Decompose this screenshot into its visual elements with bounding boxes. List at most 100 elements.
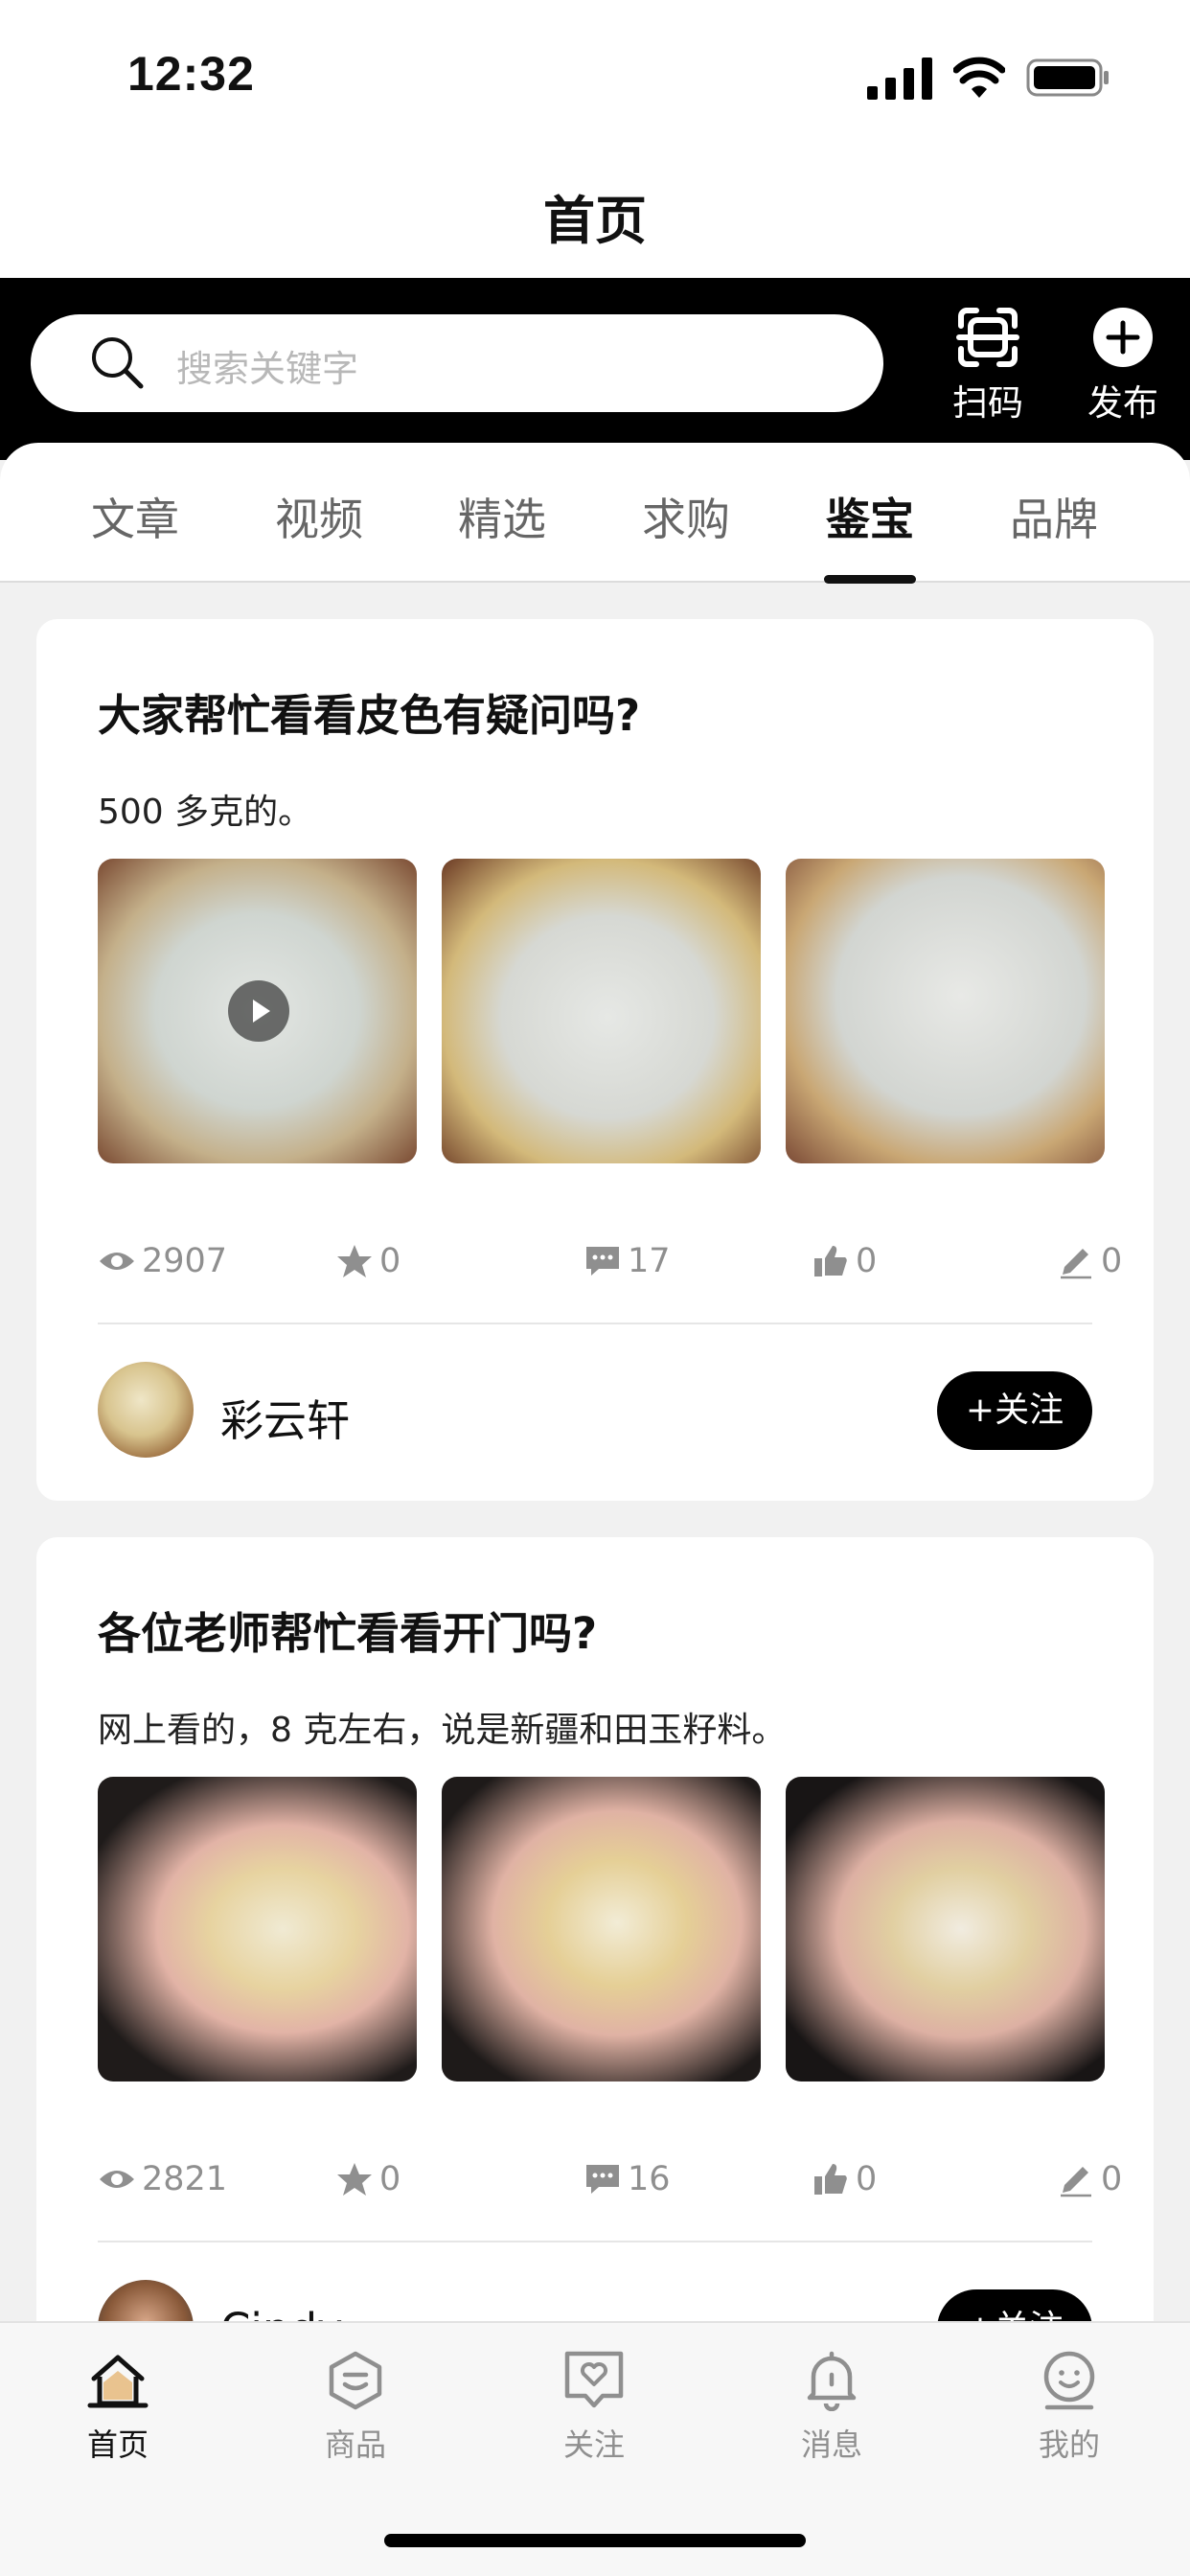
- comments-stat[interactable]: 17: [584, 1232, 671, 1290]
- tabbar-label: 首页: [86, 2426, 149, 2463]
- tabbar-item-follow[interactable]: 关注: [522, 2350, 666, 2465]
- star-icon: [337, 2163, 372, 2196]
- tabbar-label: 消息: [800, 2426, 862, 2463]
- divider: [98, 2241, 1092, 2242]
- tab-featured[interactable]: 精选: [435, 485, 569, 548]
- avatar[interactable]: [98, 1362, 194, 1458]
- comment-icon: [586, 1247, 619, 1276]
- comments-count: 17: [628, 1242, 671, 1280]
- comment-icon: [586, 2165, 619, 2194]
- publish-label: 发布: [1087, 382, 1158, 424]
- comments-stat[interactable]: 16: [584, 2150, 671, 2208]
- tab-label: 品牌: [1010, 494, 1098, 545]
- edits-stat[interactable]: 0: [1057, 1232, 1122, 1290]
- tabbar-item-profile[interactable]: 我的: [997, 2350, 1141, 2465]
- tab-label: 求购: [642, 494, 730, 545]
- divider: [98, 1322, 1092, 1324]
- star-icon: [337, 1245, 372, 1277]
- profile-icon: [1043, 2351, 1095, 2410]
- favorites-stat[interactable]: 0: [335, 1232, 400, 1290]
- post-stats: 2821 0 16 0 0: [98, 2150, 1128, 2208]
- search-icon: [92, 337, 144, 389]
- post-description: 网上看的，8 克左右，说是新疆和田玉籽料。: [98, 1711, 787, 1750]
- scan-button[interactable]: 扫码: [935, 307, 1041, 431]
- eye-icon: [100, 2171, 134, 2188]
- tabbar-label: 我的: [1038, 2426, 1100, 2463]
- tab-wanted[interactable]: 求购: [619, 485, 753, 548]
- jade-photo[interactable]: [442, 1777, 761, 2082]
- likes-stat[interactable]: 0: [812, 2150, 877, 2208]
- jade-photo[interactable]: [98, 859, 417, 1163]
- edits-stat[interactable]: 0: [1057, 2150, 1122, 2208]
- favorites-count: 0: [379, 2160, 401, 2198]
- tab-label: 鉴宝: [826, 494, 914, 545]
- post-stats: 2907 0 17 0 0: [98, 1232, 1128, 1290]
- tab-articles[interactable]: 文章: [68, 485, 202, 548]
- search-header: 搜索关键字 扫码 发布: [0, 278, 1190, 460]
- thumbs-up-icon: [814, 2164, 847, 2195]
- category-tabs: 文章 视频 精选 求购 鉴宝 品牌: [0, 443, 1190, 584]
- views-stat: 2821: [98, 2150, 227, 2208]
- cellular-signal-icon: [867, 58, 932, 100]
- likes-count: 0: [856, 2160, 878, 2198]
- goods-icon: [329, 2351, 382, 2410]
- likes-stat[interactable]: 0: [812, 1232, 877, 1290]
- favorites-count: 0: [379, 1242, 401, 1280]
- bell-icon: [807, 2351, 857, 2411]
- home-indicator: [384, 2534, 806, 2547]
- tabbar-label: 商品: [324, 2426, 386, 2463]
- battery-icon: [1026, 58, 1109, 97]
- post-images: [98, 1777, 1105, 2082]
- post-card[interactable]: 各位老师帮忙看看开门吗? 网上看的，8 克左右，说是新疆和田玉籽料。 2821 …: [36, 1537, 1154, 2419]
- tab-label: 文章: [91, 494, 179, 545]
- post-description: 500 多克的。: [98, 793, 313, 832]
- play-video-button[interactable]: [228, 980, 289, 1042]
- post-title: 各位老师帮忙看看开门吗?: [98, 1608, 598, 1659]
- jade-photo[interactable]: [442, 859, 761, 1163]
- edits-count: 0: [1101, 2160, 1123, 2198]
- post-title: 大家帮忙看看皮色有疑问吗?: [98, 690, 641, 741]
- tabbar-item-goods[interactable]: 商品: [284, 2350, 427, 2465]
- jade-photo[interactable]: [786, 859, 1105, 1163]
- search-input[interactable]: 搜索关键字: [31, 314, 883, 412]
- jade-photo[interactable]: [786, 1777, 1105, 2082]
- wifi-icon: [953, 57, 1005, 98]
- publish-button[interactable]: 发布: [1070, 307, 1176, 431]
- tab-videos[interactable]: 视频: [252, 485, 386, 548]
- play-icon: [253, 1000, 270, 1023]
- views-stat: 2907: [98, 1232, 227, 1290]
- follow-button[interactable]: +关注: [937, 1371, 1092, 1450]
- post-images: [98, 859, 1105, 1163]
- scan-label: 扫码: [952, 382, 1023, 424]
- status-time: 12:32: [127, 47, 255, 101]
- plus-circle-icon: [1093, 308, 1153, 367]
- home-icon: [87, 2355, 149, 2408]
- favorites-stat[interactable]: 0: [335, 2150, 400, 2208]
- nav-bar: 首页: [0, 144, 1190, 278]
- views-count: 2907: [142, 1242, 228, 1280]
- jade-photo[interactable]: [98, 1777, 417, 2082]
- pencil-icon: [1061, 2167, 1091, 2197]
- tab-appraisal[interactable]: 鉴宝: [803, 485, 937, 584]
- tab-label: 视频: [275, 494, 363, 545]
- active-tab-indicator: [824, 575, 916, 584]
- thumbs-up-icon: [814, 1246, 847, 1276]
- post-card[interactable]: 大家帮忙看看皮色有疑问吗? 500 多克的。 2907 0 17 0 0 彩云轩…: [36, 619, 1154, 1501]
- tabbar-item-messages[interactable]: 消息: [760, 2350, 904, 2465]
- tab-label: 精选: [458, 494, 546, 545]
- author-name[interactable]: 彩云轩: [220, 1386, 350, 1448]
- tab-brands[interactable]: 品牌: [987, 485, 1121, 548]
- page-title: 首页: [543, 191, 647, 251]
- tabbar-item-home[interactable]: 首页: [46, 2350, 190, 2465]
- comments-count: 16: [628, 2160, 671, 2198]
- edits-count: 0: [1101, 1242, 1123, 1280]
- status-bar: 12:32: [0, 0, 1190, 144]
- scan-icon: [956, 308, 1019, 367]
- eye-icon: [100, 1253, 134, 1270]
- pencil-icon: [1061, 1249, 1091, 1279]
- tabbar-label: 关注: [562, 2426, 625, 2463]
- likes-count: 0: [856, 1242, 878, 1280]
- follow-icon: [564, 2351, 624, 2408]
- search-placeholder: 搜索关键字: [176, 348, 359, 390]
- views-count: 2821: [142, 2160, 228, 2198]
